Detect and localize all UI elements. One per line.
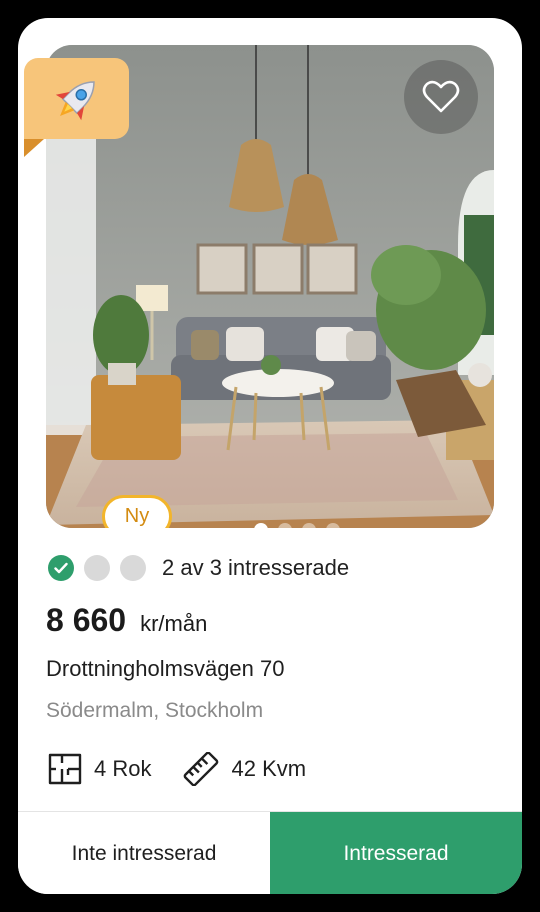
action-bar: Inte intresserad Intresserad bbox=[18, 811, 522, 894]
interest-slot-empty bbox=[84, 555, 110, 581]
rooms-fact: 4 Rok bbox=[48, 753, 151, 785]
not-interested-button[interactable]: Inte intresserad bbox=[18, 812, 270, 894]
interest-indicator: 2 av 3 intresserade bbox=[48, 553, 349, 583]
carousel-dot[interactable] bbox=[326, 523, 340, 528]
boost-tag bbox=[24, 58, 129, 139]
carousel-dot[interactable] bbox=[254, 523, 268, 528]
price-unit: kr/mån bbox=[140, 611, 208, 636]
boost-tag-fold bbox=[24, 139, 44, 157]
interest-slot-empty bbox=[120, 555, 146, 581]
listing-facts: 4 Rok 42 Kvm bbox=[48, 752, 338, 786]
price: 8 660 kr/mån bbox=[46, 602, 207, 639]
rooms-label: 4 Rok bbox=[94, 756, 152, 781]
price-amount: 8 660 bbox=[46, 602, 127, 638]
carousel-dots[interactable] bbox=[254, 523, 340, 528]
listing-area: Södermalm, Stockholm bbox=[46, 699, 264, 722]
size-fact: 42 Kvm bbox=[183, 752, 306, 786]
carousel-dot[interactable] bbox=[278, 523, 292, 528]
listing-card[interactable]: Ny 2 av 3 intresserade 8 660 kr/mån Drot… bbox=[18, 18, 522, 894]
rocket-icon bbox=[55, 80, 95, 120]
favorite-button[interactable] bbox=[404, 60, 478, 134]
carousel-dot[interactable] bbox=[302, 523, 316, 528]
ruler-icon bbox=[184, 752, 219, 786]
size-label: 42 Kvm bbox=[231, 756, 307, 781]
floorplan-icon bbox=[48, 753, 82, 785]
listing-address: Drottningholmsvägen 70 bbox=[46, 656, 285, 681]
interest-text: 2 av 3 intresserade bbox=[162, 555, 350, 580]
new-badge: Ny bbox=[102, 495, 172, 528]
interest-slot-filled bbox=[48, 555, 74, 581]
interested-button[interactable]: Intresserad bbox=[270, 812, 522, 894]
heart-icon bbox=[422, 80, 460, 113]
check-icon bbox=[54, 562, 68, 574]
